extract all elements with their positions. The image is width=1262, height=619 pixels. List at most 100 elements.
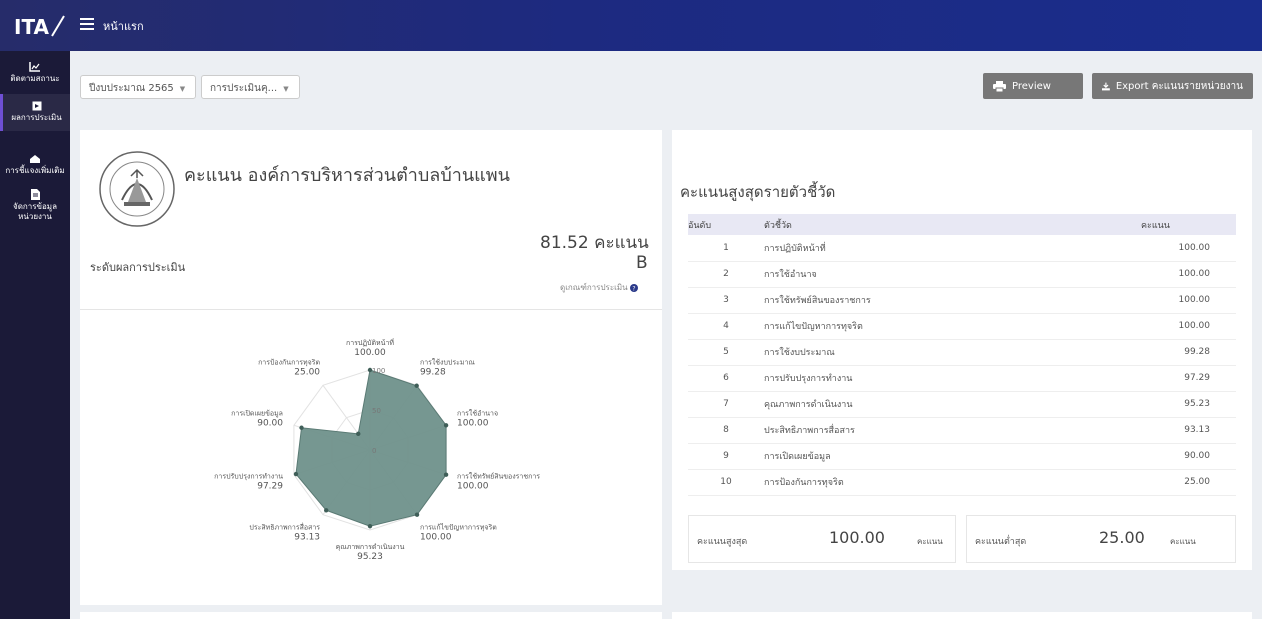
help-icon: ? bbox=[630, 283, 639, 292]
svg-text:?: ? bbox=[633, 285, 636, 292]
sidebar: ติดตามสถานะ ผลการประเมิน การชี้แจงเพิ่มเ… bbox=[0, 51, 70, 619]
radar-axis-value: 100.00 bbox=[354, 348, 386, 358]
radar-data-point bbox=[414, 512, 420, 517]
indicator-cell: การปรับปรุงการทำงาน bbox=[764, 365, 1141, 392]
organization-seal-logo bbox=[99, 151, 175, 227]
min-score-box: คะแนนต่ำสุด 25.00 คะแนน bbox=[966, 515, 1236, 563]
radar-axis-value: 100.00 bbox=[420, 533, 452, 543]
sidebar-item-label: การชี้แจงเพิ่มเติม bbox=[5, 166, 65, 175]
radar-data-point bbox=[324, 508, 329, 513]
rank-cell: 5 bbox=[688, 339, 764, 366]
max-score-box: คะแนนสูงสุด 100.00 คะแนน bbox=[688, 515, 956, 563]
radar-axis-value: 90.00 bbox=[257, 418, 283, 428]
indicator-cell: การป้องกันการทุจริต bbox=[764, 469, 1141, 496]
score-cell: 95.23 bbox=[1141, 391, 1236, 418]
radar-data-point bbox=[443, 472, 449, 477]
radar-axis-value: 100.00 bbox=[457, 418, 489, 428]
score-cell: 97.29 bbox=[1141, 365, 1236, 392]
organization-score-title: คะแนน องค์การบริหารส่วนตำบลบ้านแพน bbox=[184, 165, 510, 186]
radar-axis-label: การป้องกันการทุจริต bbox=[258, 358, 320, 366]
rank-cell: 10 bbox=[688, 469, 764, 496]
radar-chart: 050100การปฏิบัติหน้าที่100.00การใช้งบประ… bbox=[214, 338, 540, 562]
table-row: 4 การแก้ไขปัญหาการทุจริต 100.00 bbox=[688, 313, 1236, 340]
radar-axis-label: การปฏิบัติหน้าที่ bbox=[346, 338, 394, 347]
download-icon bbox=[1102, 82, 1110, 90]
indicator-cell: การใช้งบประมาณ bbox=[764, 339, 1141, 366]
radar-axis-value: 93.13 bbox=[294, 533, 320, 543]
fiscal-year-select[interactable]: ปีงบประมาณ 2565 ▼ bbox=[80, 75, 196, 99]
min-score-unit: คะแนน bbox=[1170, 537, 1196, 546]
sidebar-item-label: ผลการประเมิน bbox=[11, 113, 62, 122]
next-card-edge bbox=[80, 612, 662, 619]
indicator-cell: การใช้อำนาจ bbox=[764, 261, 1141, 288]
indicator-cell: การใช้ทรัพย์สินของราชการ bbox=[764, 287, 1141, 314]
min-score-value: 25.00 bbox=[1099, 528, 1145, 547]
radar-axis-value: 100.00 bbox=[457, 482, 489, 492]
score-cell: 90.00 bbox=[1141, 443, 1236, 470]
indicator-cell: ประสิทธิภาพการสื่อสาร bbox=[764, 417, 1141, 444]
chart-icon bbox=[29, 62, 40, 72]
divider bbox=[80, 309, 662, 310]
rank-cell: 4 bbox=[688, 313, 764, 340]
table-row: 5 การใช้งบประมาณ 99.28 bbox=[688, 339, 1236, 366]
sidebar-item-results[interactable]: ผลการประเมิน bbox=[0, 94, 70, 131]
sidebar-item-clarification[interactable]: การชี้แจงเพิ่มเติม bbox=[0, 154, 70, 176]
score-cell: 25.00 bbox=[1141, 469, 1236, 496]
indicator-cell: คุณภาพการดำเนินงาน bbox=[764, 391, 1141, 418]
ranking-title: คะแนนสูงสุดรายตัวชี้วัด bbox=[680, 183, 836, 201]
ita-logo[interactable]: ITA bbox=[14, 14, 66, 38]
preview-button[interactable]: Preview bbox=[983, 73, 1083, 99]
radar-data-point bbox=[414, 383, 419, 388]
column-header-score: คะแนน bbox=[1141, 214, 1236, 235]
rank-cell: 6 bbox=[688, 365, 764, 392]
rank-cell: 9 bbox=[688, 443, 764, 470]
table-header-row: อันดับ ตัวชี้วัด คะแนน bbox=[688, 214, 1236, 235]
radar-data-point bbox=[356, 431, 361, 437]
next-card-edge bbox=[672, 612, 1252, 619]
view-criteria-link[interactable]: ดูเกณฑ์การประเมิน ? bbox=[560, 281, 639, 294]
max-score-label: คะแนนสูงสุด bbox=[697, 537, 748, 547]
table-row: 6 การปรับปรุงการทำงาน 97.29 bbox=[688, 365, 1236, 392]
table-row: 1 การปฏิบัติหน้าที่ 100.00 bbox=[688, 235, 1236, 262]
radar-data-point bbox=[443, 423, 449, 428]
column-header-indicator: ตัวชี้วัด bbox=[764, 214, 1141, 235]
sidebar-item-tracking[interactable]: ติดตามสถานะ bbox=[0, 61, 70, 84]
document-icon bbox=[30, 189, 40, 200]
total-score: 81.52 คะแนน bbox=[540, 233, 649, 253]
radar-axis-value: 25.00 bbox=[294, 367, 320, 377]
table-row: 10 การป้องกันการทุจริต 25.00 bbox=[688, 469, 1236, 496]
table-row: 8 ประสิทธิภาพการสื่อสาร 93.13 bbox=[688, 417, 1236, 444]
ranking-table: อันดับ ตัวชี้วัด คะแนน 1 การปฏิบัติหน้าที… bbox=[688, 214, 1236, 496]
table-row: 7 คุณภาพการดำเนินงาน 95.23 bbox=[688, 391, 1236, 418]
rank-cell: 8 bbox=[688, 417, 764, 444]
radar-tick-label: 100 bbox=[372, 367, 385, 375]
sidebar-item-label: ติดตามสถานะ bbox=[10, 74, 60, 83]
radar-tick-label: 50 bbox=[372, 407, 381, 415]
dropdown-caret-icon: ▼ bbox=[283, 85, 289, 93]
table-row: 2 การใช้อำนาจ 100.00 bbox=[688, 261, 1236, 288]
radar-axis-value: 99.28 bbox=[420, 367, 446, 377]
rank-cell: 7 bbox=[688, 391, 764, 418]
indicator-cell: การเปิดเผยข้อมูล bbox=[764, 443, 1141, 470]
max-score-unit: คะแนน bbox=[917, 537, 943, 546]
table-row: 3 การใช้ทรัพย์สินของราชการ 100.00 bbox=[688, 287, 1236, 314]
min-score-label: คะแนนต่ำสุด bbox=[975, 537, 1027, 547]
hamburger-menu-icon[interactable] bbox=[80, 18, 94, 30]
radar-tick-label: 0 bbox=[372, 447, 376, 455]
svg-text:ITA: ITA bbox=[14, 15, 50, 38]
score-cell: 100.00 bbox=[1141, 235, 1236, 262]
report-icon bbox=[32, 101, 41, 111]
sidebar-item-label: จัดการข้อมูล หน่วยงาน bbox=[13, 202, 57, 221]
column-header-rank: อันดับ bbox=[688, 214, 764, 235]
printer-icon bbox=[993, 80, 1006, 92]
sidebar-item-org-data[interactable]: จัดการข้อมูล หน่วยงาน bbox=[0, 189, 70, 222]
radar-data-point bbox=[367, 523, 373, 529]
score-cell: 99.28 bbox=[1141, 339, 1236, 366]
rank-cell: 3 bbox=[688, 287, 764, 314]
assessment-select[interactable]: การประเมินคุ... ▼ bbox=[201, 75, 300, 99]
export-button[interactable]: Export คะแนนรายหน่วยงาน bbox=[1092, 73, 1253, 99]
indicator-cell: การปฏิบัติหน้าที่ bbox=[764, 235, 1141, 262]
table-row: 9 การเปิดเผยข้อมูล 90.00 bbox=[688, 443, 1236, 470]
radar-axis-label: คุณภาพการดำเนินงาน bbox=[336, 543, 405, 551]
score-cell: 100.00 bbox=[1141, 261, 1236, 288]
